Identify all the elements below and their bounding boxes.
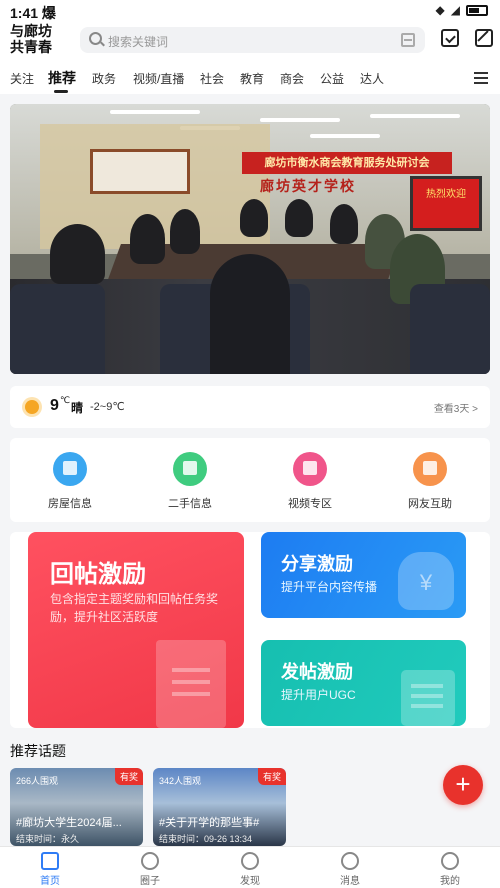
scan-icon[interactable] [401,33,415,47]
app-header: 与廊坊 共青春 搜索关键词 [0,22,500,62]
tab-daren[interactable]: 达人 [360,70,384,87]
search-input[interactable]: 搜索关键词 [108,33,168,50]
tab-profile[interactable]: 我的 [420,852,480,887]
signal-icon: ◢ [450,3,460,17]
home-icon [41,852,59,870]
weather-unit: ℃ [60,395,71,405]
tab-video-live[interactable]: 视频/直播 [133,70,184,87]
post-incentive-card[interactable]: 发帖激励 提升用户UGC [261,640,466,726]
status-time: 1:41 爆 [10,5,56,21]
battery-icon [466,4,488,16]
sun-icon [25,400,39,414]
category-nav: 关注 推荐 政务 视频/直播 社会 教育 商会 公益 达人 [0,62,500,94]
shortcut-help[interactable]: 网友互助 [390,452,470,511]
status-icons: ◆ ◢ [436,3,488,17]
weather-more-link[interactable]: 查看3天 > [434,400,478,415]
checkin-calendar-icon[interactable] [441,29,459,47]
reply-incentive-card[interactable]: 回帖激励 包含指定主题奖励和回帖任务奖励，提升社区活跃度 [28,532,244,728]
share-incentive-card[interactable]: 分享激励 提升平台内容传播 ¥ [261,532,466,618]
circle-icon [141,852,159,870]
tab-messages[interactable]: 消息 [320,852,380,887]
search-bar[interactable]: 搜索关键词 [80,27,425,53]
reward-badge: 有奖 [257,768,286,785]
tab-gongyi[interactable]: 公益 [320,70,344,87]
active-tab-indicator [54,90,68,93]
building-icon [53,452,87,486]
topic-card[interactable]: 342人围观 有奖 #关于开学的那些事# 结束时间：09-26 13:34 [153,768,286,846]
banner-image[interactable]: 廊坊市衡水商会教育服务处研讨会 廊坊英才学校 热烈欢迎 [10,104,490,374]
video-icon [293,452,327,486]
incentive-section: 回帖激励 包含指定主题奖励和回帖任务奖励，提升社区活跃度 分享激励 提升平台内容… [10,532,490,728]
reward-badge: 有奖 [114,768,143,785]
shortcut-video[interactable]: 视频专区 [270,452,350,511]
bottom-tab-bar: 首页 圈子 发现 消息 我的 [0,846,500,888]
banner-school-text: 廊坊英才学校 [260,179,356,195]
add-post-button[interactable]: + [443,765,483,805]
wifi-icon: ◆ [435,3,445,17]
tab-shanghui[interactable]: 商会 [280,70,304,87]
discover-icon [241,852,259,870]
wall-calligraphy [90,149,190,194]
topic-card[interactable]: 266人围观 有奖 #廊坊大学生2024届... 结束时间：永久 [10,768,143,846]
status-bar: 1:41 爆 ◆ ◢ [0,0,500,22]
weather-card[interactable]: 9 ℃ 晴 -2~9℃ 查看3天 > [10,386,490,428]
tab-discover[interactable]: 发现 [220,852,280,887]
tab-tuijian[interactable]: 推荐 [48,68,76,88]
tab-home[interactable]: 首页 [20,852,80,887]
tab-circle[interactable]: 圈子 [120,852,180,887]
shortcut-housing[interactable]: 房屋信息 [30,452,110,511]
basket-icon [173,452,207,486]
lightbulb-icon [413,452,447,486]
menu-icon[interactable] [474,72,488,84]
search-icon [89,32,102,45]
note-icon [401,670,455,726]
tab-guanzhu[interactable]: 关注 [10,70,34,87]
shortcut-secondhand[interactable]: 二手信息 [150,452,230,511]
tab-jiaoyu[interactable]: 教育 [240,70,264,87]
banner-strip-text: 廊坊市衡水商会教育服务处研讨会 [242,152,452,174]
tab-shehui[interactable]: 社会 [200,70,224,87]
document-icon [156,640,226,728]
money-bag-icon: ¥ [398,552,454,610]
shortcut-grid: 房屋信息 二手信息 视频专区 网友互助 [10,438,490,522]
app-logo[interactable]: 与廊坊 共青春 [10,24,62,56]
chat-icon [341,852,359,870]
compose-edit-icon[interactable] [475,29,493,47]
weather-temp: 9 [50,397,59,414]
user-icon [441,852,459,870]
weather-condition: 晴 [71,401,84,415]
weather-range: -2~9℃ [90,401,125,413]
banner-screen: 热烈欢迎 [410,176,482,231]
section-title-topics: 推荐话题 [10,743,66,759]
tab-zhengwu[interactable]: 政务 [92,70,116,87]
